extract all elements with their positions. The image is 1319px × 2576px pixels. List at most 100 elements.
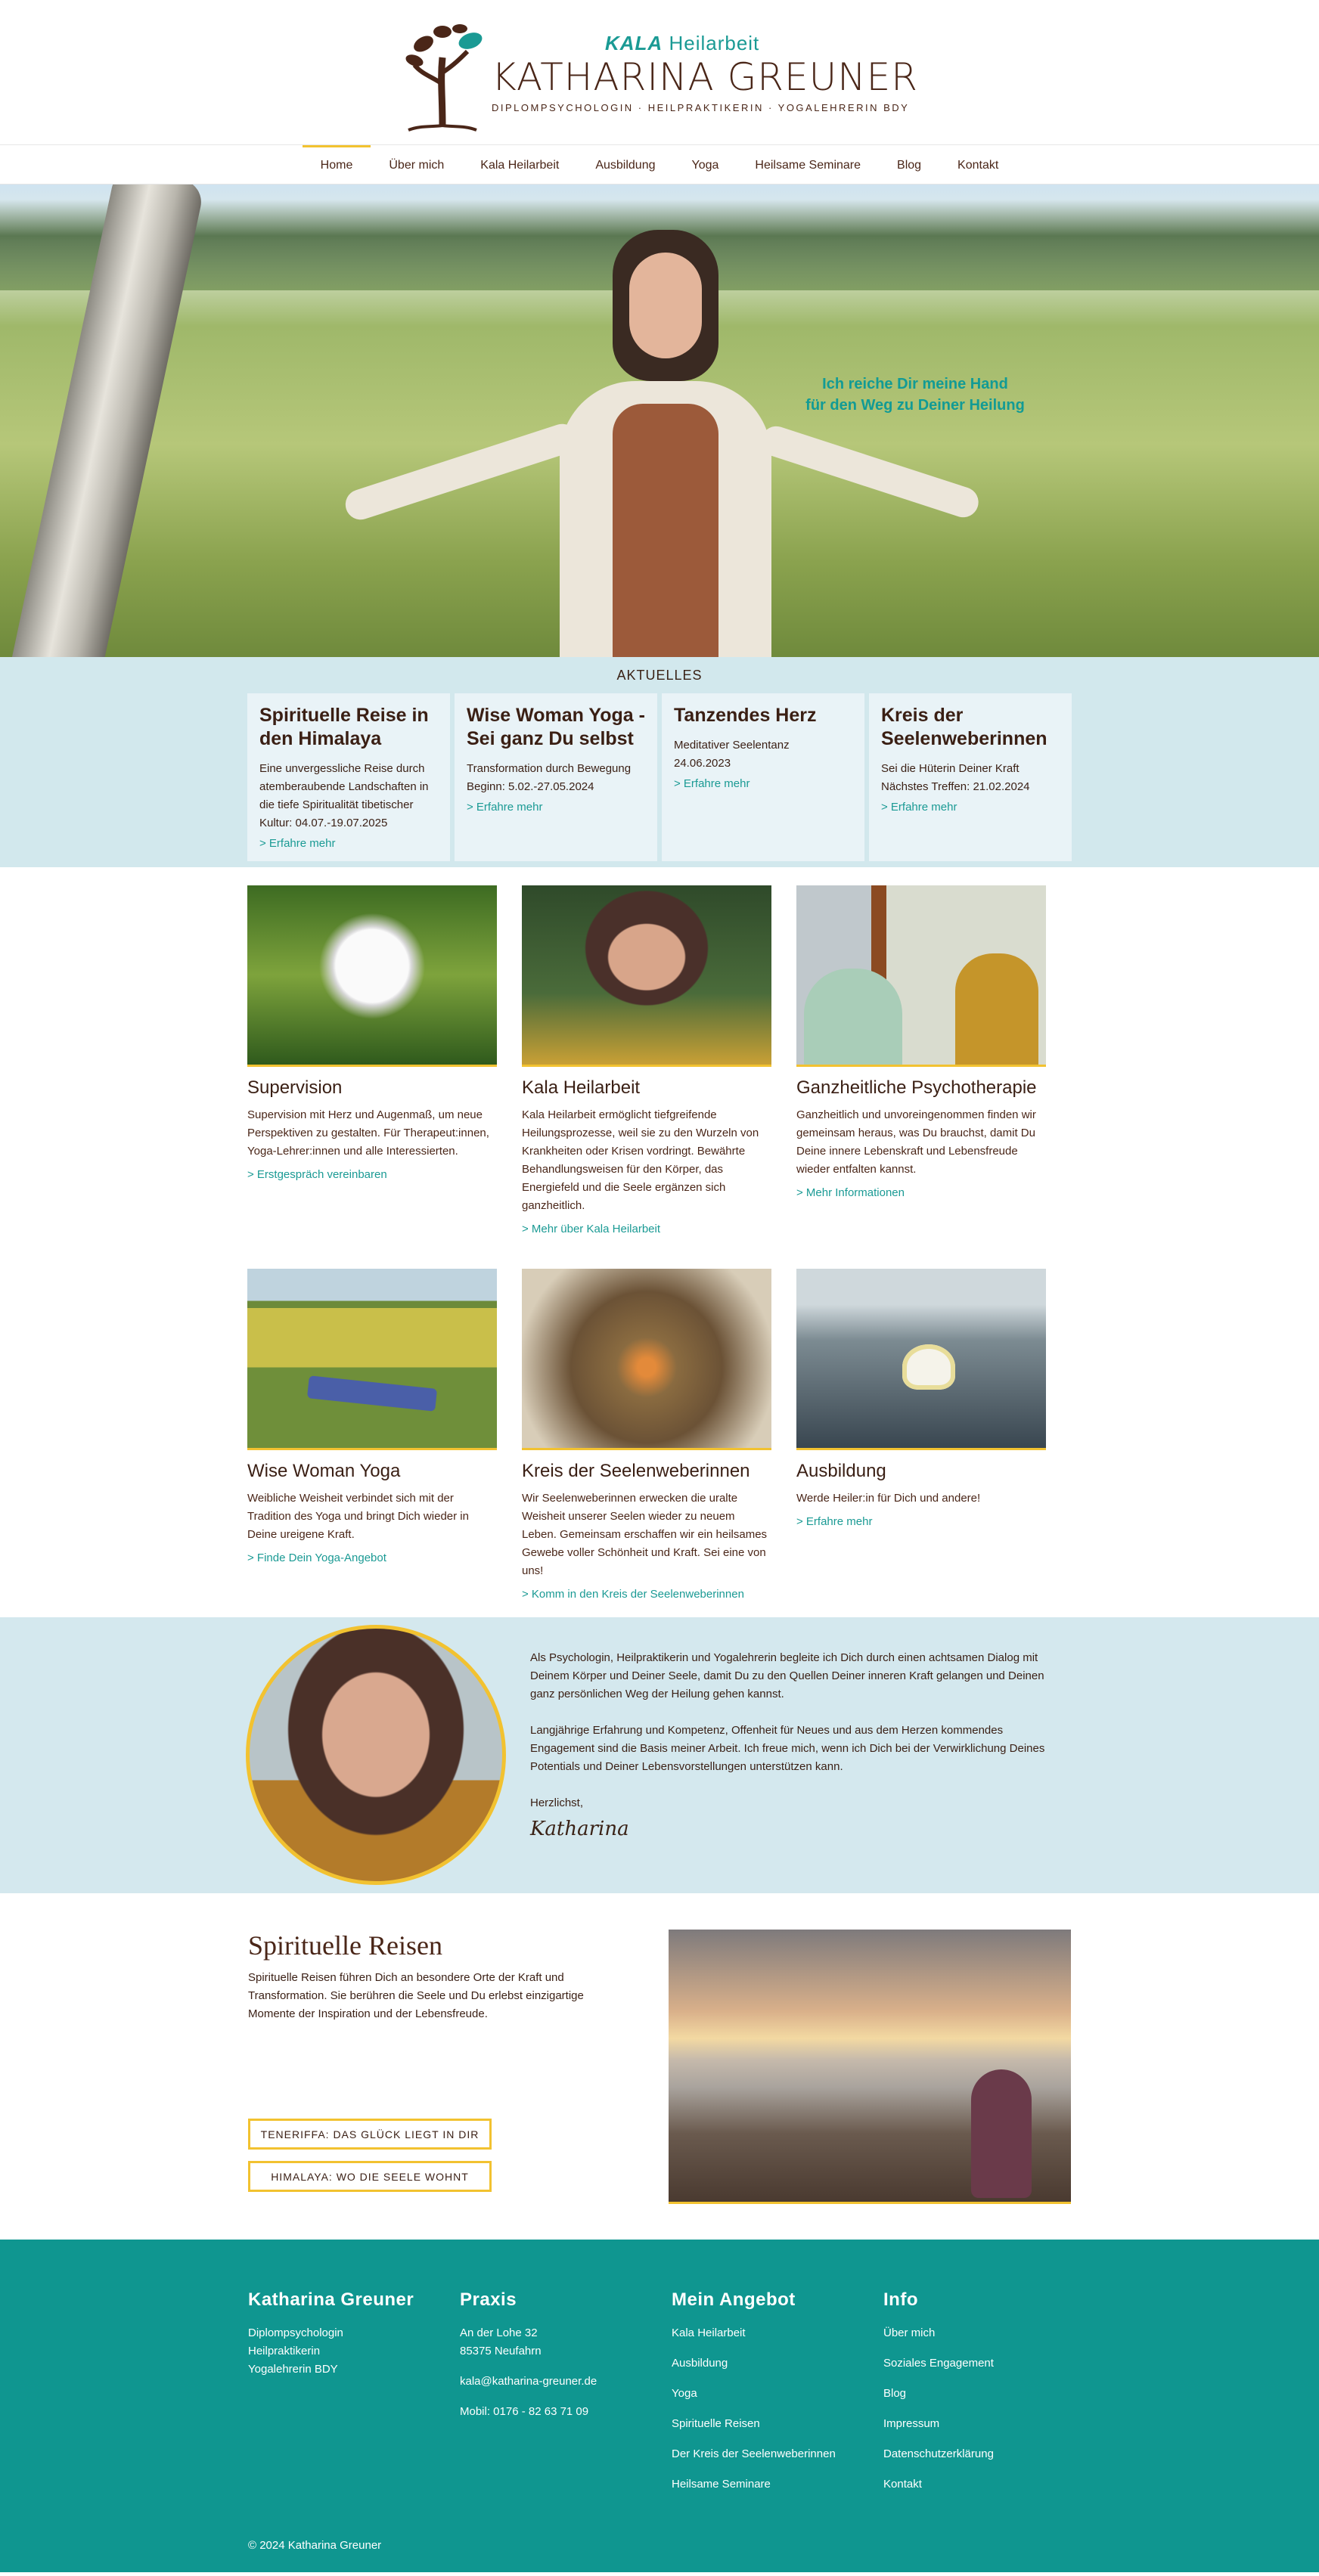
service-card-ausbildung: Ausbildung Werde Heiler:in für Dich und …: [796, 1269, 1046, 1601]
footer-text: Yogalehrerin BDY: [248, 2363, 338, 2376]
footer-link[interactable]: Kala Heilarbeit: [672, 2324, 883, 2342]
service-text: Kala Heilarbeit ermöglicht tiefgreifende…: [522, 1108, 759, 1212]
footer-email-link[interactable]: kala@katharina-greuner.de: [460, 2373, 672, 2391]
news-card-text: Sei die Hüterin Deiner Kraft Nächstes Tr…: [881, 762, 1030, 793]
logo-kala: KALA Heilarbeit: [605, 31, 760, 54]
service-text: Weibliche Weisheit verbindet sich mit de…: [247, 1492, 469, 1541]
hero-person: [545, 230, 787, 657]
service-title: Kala Heilarbeit: [522, 1077, 641, 1098]
footer-col-praxis: Praxis An der Lohe 32 85375 Neufahrn kal…: [460, 2289, 672, 2506]
footer-heading: Katharina Greuner: [248, 2289, 414, 2310]
service-link[interactable]: > Mehr über Kala Heilarbeit: [522, 1223, 771, 1235]
footer-link[interactable]: Heilsame Seminare: [672, 2475, 883, 2494]
water-lily-image[interactable]: [796, 1269, 1046, 1450]
service-card-supervision: Supervision Supervision mit Herz und Aug…: [247, 885, 497, 1235]
nav-kala-heilarbeit[interactable]: Kala Heilarbeit: [462, 145, 577, 184]
footer-link[interactable]: Kontakt: [883, 2475, 1095, 2494]
news-card-link[interactable]: > Erfahre mehr: [674, 777, 852, 790]
service-text: Wir Seelenweberinnen erwecken die uralte…: [522, 1492, 768, 1577]
service-text: Ganzheitlich und unvoreingenommen finden…: [796, 1108, 1036, 1176]
service-card-kreis: Kreis der Seelenweberinnen Wir Seelenweb…: [522, 1269, 771, 1601]
service-link[interactable]: > Finde Dein Yoga-Angebot: [247, 1551, 497, 1564]
footer-heading: Praxis: [460, 2289, 517, 2310]
copyright: © 2024 Katharina Greuner: [248, 2539, 382, 2552]
footer-text: Heilpraktikerin: [248, 2345, 321, 2357]
service-card-kala: Kala Heilarbeit Kala Heilarbeit ermöglic…: [522, 885, 771, 1235]
dandelion-image[interactable]: [247, 885, 497, 1067]
footer-link[interactable]: Impressum: [883, 2415, 1095, 2433]
service-text: Werde Heiler:in für Dich und andere!: [796, 1492, 981, 1505]
journeys-title: Spirituelle Reisen: [248, 1930, 442, 1961]
news-card-text: Meditativer Seelentanz 24.06.2023: [674, 739, 790, 770]
service-title: Ganzheitliche Psychotherapie: [796, 1077, 1037, 1098]
news-card[interactable]: Tanzendes Herz Meditativer Seelentanz 24…: [662, 693, 864, 861]
yoga-meadow-image[interactable]: [247, 1269, 497, 1450]
tree-logo-icon: [401, 12, 484, 133]
nav-yoga[interactable]: Yoga: [674, 145, 737, 184]
news-card-title: Spirituelle Reise in den Himalaya: [259, 705, 429, 749]
therapy-session-image[interactable]: [796, 885, 1046, 1067]
himalaya-button[interactable]: HIMALAYA: WO DIE SEELE WOHNT: [248, 2161, 492, 2192]
site-header: KALA Heilarbeit KATHARINA GREUNER DIPLOM…: [0, 0, 1319, 145]
service-text: Supervision mit Herz und Augenmaß, um ne…: [247, 1108, 489, 1158]
news-card-title: Wise Woman Yoga - Sei ganz Du selbst: [467, 705, 645, 749]
nav-kontakt[interactable]: Kontakt: [939, 145, 1016, 184]
nav-ausbildung[interactable]: Ausbildung: [577, 145, 673, 184]
nav-home[interactable]: Home: [302, 145, 371, 184]
about-section: Als Psychologin, Heilpraktikerin und Yog…: [0, 1617, 1319, 1893]
service-title: Kreis der Seelenweberinnen: [522, 1461, 750, 1481]
service-title: Supervision: [247, 1077, 343, 1098]
service-link[interactable]: > Mehr Informationen: [796, 1186, 1046, 1199]
footer-link[interactable]: Soziales Engagement: [883, 2354, 1095, 2373]
service-link[interactable]: > Erfahre mehr: [796, 1515, 1046, 1528]
footer-col-about: Katharina Greuner Diplompsychologin Heil…: [248, 2289, 460, 2506]
service-link[interactable]: > Erstgespräch vereinbaren: [247, 1168, 497, 1181]
news-section: AKTUELLES Spirituelle Reise in den Himal…: [0, 657, 1319, 867]
service-title: Wise Woman Yoga: [247, 1461, 401, 1481]
logo[interactable]: KALA Heilarbeit KATHARINA GREUNER DIPLOM…: [401, 12, 918, 133]
footer-link[interactable]: Blog: [883, 2385, 1095, 2403]
nav-heilsame-seminare[interactable]: Heilsame Seminare: [737, 145, 879, 184]
service-link[interactable]: > Komm in den Kreis der Seelenweberinnen: [522, 1588, 771, 1601]
nav-ueber-mich[interactable]: Über mich: [371, 145, 462, 184]
news-card[interactable]: Wise Woman Yoga - Sei ganz Du selbst Tra…: [455, 693, 657, 861]
footer-heading: Info: [883, 2289, 918, 2310]
footer-link[interactable]: Spirituelle Reisen: [672, 2415, 883, 2433]
news-card-text: Eine unvergessliche Reise durch atembera…: [259, 762, 429, 829]
main-nav: Home Über mich Kala Heilarbeit Ausbildun…: [0, 145, 1319, 184]
footer-link[interactable]: Der Kreis der Seelenweberinnen: [672, 2445, 883, 2463]
footer-heading: Mein Angebot: [672, 2289, 796, 2310]
footer-link[interactable]: Ausbildung: [672, 2354, 883, 2373]
hero-quote: Ich reiche Dir meine Hand für den Weg zu…: [805, 376, 1025, 414]
news-title: AKTUELLES: [616, 668, 703, 683]
news-card[interactable]: Kreis der Seelenweberinnen Sei die Hüter…: [869, 693, 1072, 861]
news-card-title: Tanzendes Herz: [674, 705, 817, 726]
page: KALA Heilarbeit KATHARINA GREUNER DIPLOM…: [0, 0, 1319, 2572]
about-paragraph: Langjährige Erfahrung und Kompetenz, Off…: [530, 1724, 1045, 1773]
nav-blog[interactable]: Blog: [879, 145, 939, 184]
footer-col-info: Info Über mich Soziales Engagement Blog …: [883, 2289, 1095, 2506]
news-card-link[interactable]: > Erfahre mehr: [259, 837, 438, 850]
news-card-link[interactable]: > Erfahre mehr: [881, 801, 1060, 814]
footer-phone[interactable]: Mobil: 0176 - 82 63 71 09: [460, 2403, 672, 2421]
circle-hands-image[interactable]: [522, 1269, 771, 1450]
news-card[interactable]: Spirituelle Reise in den Himalaya Eine u…: [247, 693, 450, 861]
footer-link[interactable]: Über mich: [883, 2324, 1095, 2342]
footer-link[interactable]: Datenschutzerklärung: [883, 2445, 1095, 2463]
footer-col-angebot: Mein Angebot Kala Heilarbeit Ausbildung …: [672, 2289, 883, 2506]
footer-link[interactable]: Yoga: [672, 2385, 883, 2403]
prayer-hands-image[interactable]: [522, 885, 771, 1067]
hero-image: Ich reiche Dir meine Hand für den Weg zu…: [0, 184, 1319, 657]
logo-tagline: DIPLOMPSYCHOLOGIN · HEILPRAKTIKERIN · YO…: [492, 101, 910, 113]
signature: Katharina: [530, 1818, 629, 1840]
teneriffa-button[interactable]: TENERIFFA: DAS GLÜCK LIEGT IN DIR: [248, 2119, 492, 2150]
news-card-text: Transformation durch Bewegung Beginn: 5.…: [467, 762, 632, 793]
site-footer: Katharina Greuner Diplompsychologin Heil…: [0, 2240, 1319, 2572]
sunset-coast-image: [669, 1930, 1071, 2204]
about-paragraph: Als Psychologin, Heilpraktikerin und Yog…: [530, 1651, 1044, 1700]
news-card-link[interactable]: > Erfahre mehr: [467, 801, 645, 814]
footer-address: An der Lohe 32: [460, 2326, 538, 2339]
news-card-title: Kreis der Seelenweberinnen: [881, 705, 1047, 749]
service-card-yoga: Wise Woman Yoga Weibliche Weisheit verbi…: [247, 1269, 497, 1601]
journeys-text: Spirituelle Reisen führen Dich an besond…: [248, 1971, 584, 2020]
